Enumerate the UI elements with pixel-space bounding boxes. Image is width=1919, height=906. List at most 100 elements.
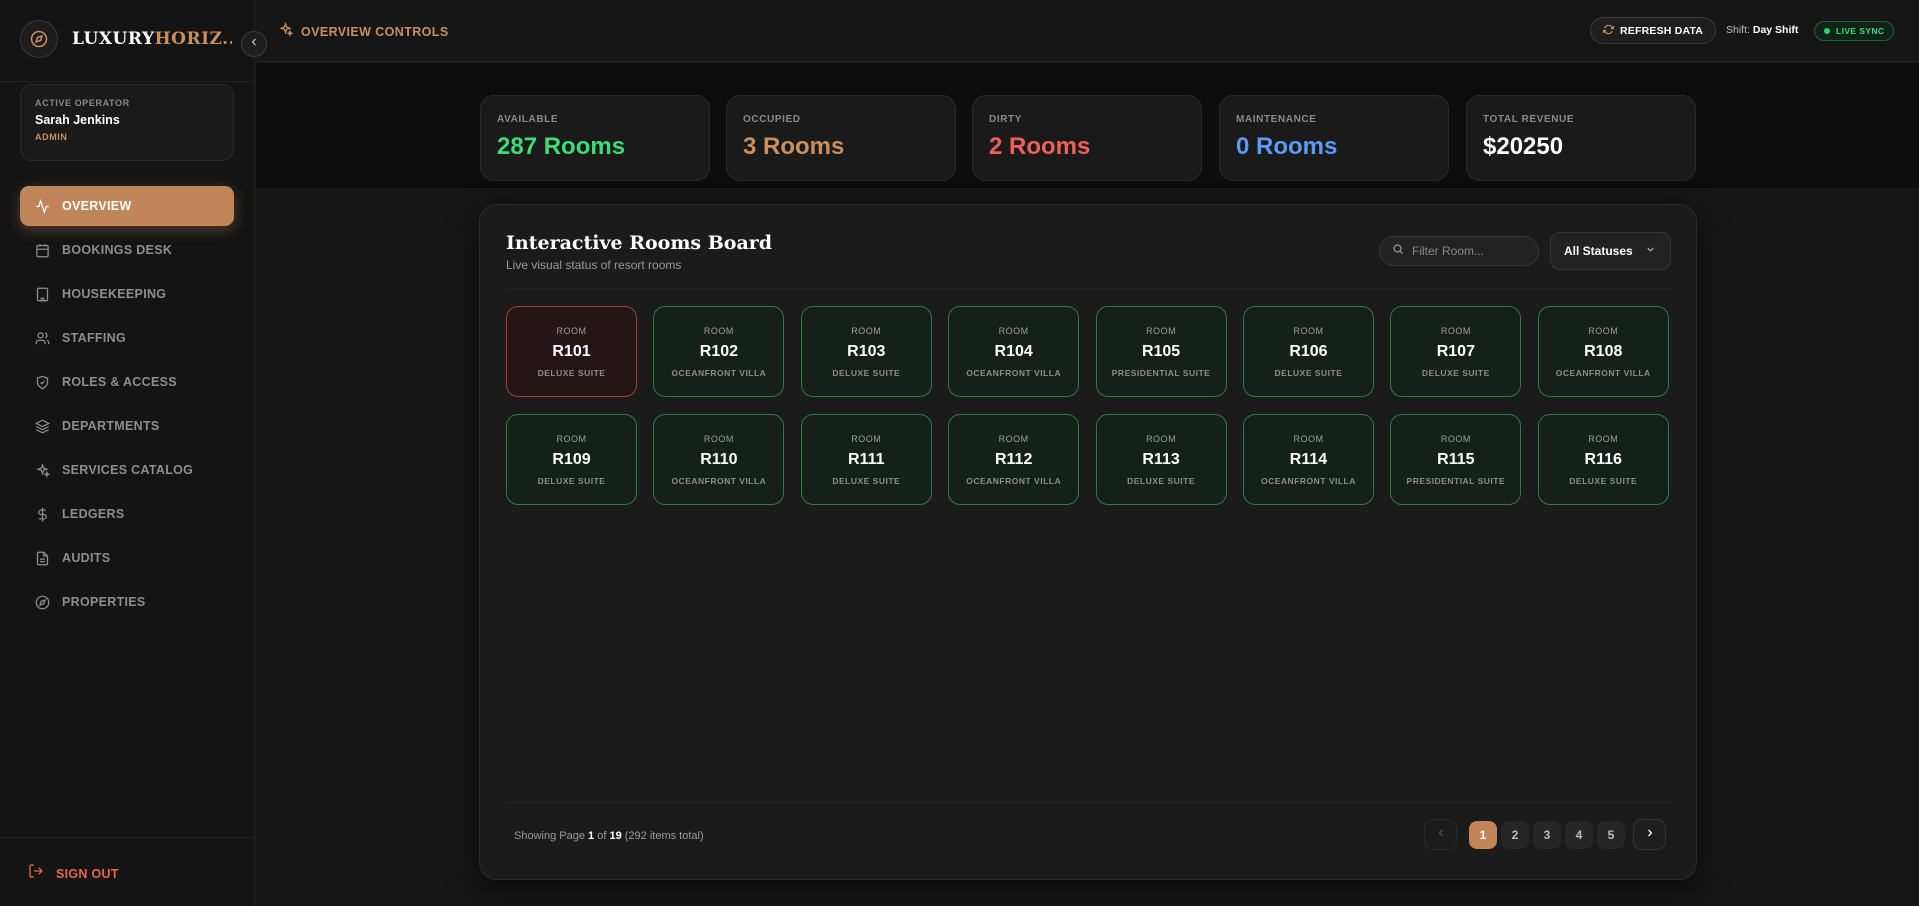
sidebar-item-housekeeping[interactable]: HOUSEKEEPING — [20, 274, 234, 314]
page-button-3[interactable]: 3 — [1533, 820, 1561, 849]
sign-out-button[interactable]: SIGN OUT — [28, 863, 119, 884]
stat-value: 287 Rooms — [497, 133, 626, 160]
sidebar-item-bookings-desk[interactable]: BOOKINGS DESK — [20, 230, 234, 270]
compass-logo-icon — [20, 20, 58, 58]
board-footer-divider — [506, 802, 1672, 803]
room-card-r107[interactable]: ROOM R107 DELUXE SUITE — [1390, 306, 1522, 397]
room-card-r104[interactable]: ROOM R104 OCEANFRONT VILLA — [948, 306, 1080, 397]
sidebar-item-properties[interactable]: PROPERTIES — [20, 582, 234, 622]
stat-value: 2 Rooms — [989, 133, 1091, 160]
topbar: OVERVIEW CONTROLS REFRESH DATA Shift: Da… — [256, 0, 1919, 62]
page-button-5[interactable]: 5 — [1597, 820, 1625, 849]
room-card-r106[interactable]: ROOM R106 DELUXE SUITE — [1242, 306, 1374, 397]
room-type: OCEANFRONT VILLA — [671, 367, 767, 378]
room-number: R103 — [847, 342, 886, 360]
search-icon — [1392, 242, 1404, 260]
sparkles-icon — [278, 21, 294, 42]
page-title-text: OVERVIEW CONTROLS — [301, 25, 449, 39]
log-out-icon — [28, 863, 44, 884]
room-card-r102[interactable]: ROOM R102 OCEANFRONT VILLA — [653, 306, 785, 397]
room-caption: ROOM — [1146, 433, 1177, 444]
room-card-r113[interactable]: ROOM R113 DELUXE SUITE — [1095, 414, 1227, 505]
status-filter-select[interactable]: All Statuses — [1550, 232, 1671, 270]
room-card-r109[interactable]: ROOM R109 DELUXE SUITE — [506, 414, 637, 505]
room-card-r101[interactable]: ROOM R101 DELUXE SUITE — [506, 306, 637, 397]
page-button-4[interactable]: 4 — [1565, 820, 1593, 849]
page-button-2[interactable]: 2 — [1501, 820, 1529, 849]
brand-name-accent: HORIZ... — [154, 29, 232, 49]
brand[interactable]: LUXURYHORIZ... — [20, 20, 232, 58]
room-card-r115[interactable]: ROOM R115 PRESIDENTIAL SUITE — [1390, 414, 1522, 505]
room-caption: ROOM — [703, 325, 734, 336]
sidebar-item-audits[interactable]: AUDITS — [20, 538, 234, 578]
sidebar-item-staffing[interactable]: STAFFING — [20, 318, 234, 358]
status-filter-value: All Statuses — [1564, 244, 1633, 258]
sidebar-item-label: BOOKINGS DESK — [62, 243, 173, 257]
total-pages: 19 — [609, 830, 622, 842]
sidebar-item-label: HOUSEKEEPING — [62, 287, 167, 301]
room-number: R106 — [1289, 342, 1328, 360]
collapse-sidebar-button[interactable] — [241, 31, 267, 57]
brand-name-primary: LUXURY — [72, 29, 155, 49]
room-card-r105[interactable]: ROOM R105 PRESIDENTIAL SUITE — [1095, 306, 1227, 397]
shift-indicator: Shift: Day Shift — [1726, 24, 1798, 36]
compass-icon — [34, 594, 50, 610]
stat-label: MAINTENANCE — [1236, 114, 1317, 125]
of-word: of — [597, 830, 607, 842]
room-number: R101 — [552, 342, 591, 360]
room-card-r111[interactable]: ROOM R111 DELUXE SUITE — [800, 414, 932, 505]
operator-label: ACTIVE OPERATOR — [35, 98, 130, 108]
room-caption: ROOM — [1440, 433, 1471, 444]
refresh-data-button[interactable]: REFRESH DATA — [1590, 17, 1717, 44]
sidebar-item-ledgers[interactable]: LEDGERS — [20, 494, 234, 534]
room-caption: ROOM — [1146, 325, 1177, 336]
sidebar: LUXURYHORIZ... ACTIVE OPERATOR Sarah Jen… — [0, 0, 255, 906]
brand-name: LUXURYHORIZ... — [72, 29, 232, 49]
chevron-down-icon — [1645, 242, 1656, 260]
sidebar-item-roles-access[interactable]: ROLES & ACCESS — [20, 362, 234, 402]
room-card-r116[interactable]: ROOM R116 DELUXE SUITE — [1537, 414, 1669, 505]
sidebar-nav: OVERVIEW BOOKINGS DESK HOUSEKEEPING STAF… — [20, 186, 234, 626]
filter-room-input[interactable] — [1412, 244, 1532, 258]
page-title: OVERVIEW CONTROLS — [278, 21, 449, 42]
shift-value: Day Shift — [1752, 24, 1799, 36]
chevron-left-icon — [248, 35, 260, 53]
room-card-r110[interactable]: ROOM R110 OCEANFRONT VILLA — [653, 414, 785, 505]
shift-label: Shift: — [1726, 24, 1750, 36]
signout-divider — [0, 837, 255, 838]
live-sync-badge: LIVE SYNC — [1814, 21, 1895, 41]
room-card-r112[interactable]: ROOM R112 OCEANFRONT VILLA — [948, 414, 1080, 505]
chevron-left-icon — [1435, 826, 1447, 844]
room-number: R109 — [552, 450, 591, 468]
room-card-r103[interactable]: ROOM R103 DELUXE SUITE — [800, 306, 932, 397]
stat-label: OCCUPIED — [743, 114, 801, 125]
operator-role: ADMIN — [35, 132, 68, 142]
stat-card-available: AVAILABLE 287 Rooms — [480, 95, 710, 181]
board-title: Interactive Rooms Board — [506, 232, 773, 254]
sidebar-item-services-catalog[interactable]: SERVICES CATALOG — [20, 450, 234, 490]
room-card-r114[interactable]: ROOM R114 OCEANFRONT VILLA — [1242, 414, 1374, 505]
sync-status-dot — [1824, 28, 1830, 34]
prev-page-button[interactable] — [1424, 819, 1457, 850]
room-caption: ROOM — [851, 325, 882, 336]
room-caption: ROOM — [1293, 433, 1324, 444]
page-button-1[interactable]: 1 — [1469, 820, 1497, 849]
sidebar-item-overview[interactable]: OVERVIEW — [20, 186, 234, 226]
sidebar-item-label: PROPERTIES — [62, 595, 146, 609]
sidebar-item-label: STAFFING — [62, 331, 126, 345]
room-card-r108[interactable]: ROOM R108 OCEANFRONT VILLA — [1537, 306, 1669, 397]
room-caption: ROOM — [556, 433, 587, 444]
next-page-button[interactable] — [1633, 819, 1666, 850]
room-type: OCEANFRONT VILLA — [966, 367, 1062, 378]
stat-label: TOTAL REVENUE — [1483, 114, 1575, 125]
board-divider — [506, 289, 1672, 290]
pagination-summary: Showing Page 1 of 19 (292 items total) — [514, 830, 704, 842]
room-number: R105 — [1141, 342, 1181, 360]
stat-value: 3 Rooms — [743, 133, 845, 160]
stat-value: $20250 — [1483, 133, 1564, 160]
sidebar-item-departments[interactable]: DEPARTMENTS — [20, 406, 234, 446]
sidebar-item-label: SERVICES CATALOG — [62, 463, 194, 477]
sparkles-icon — [34, 462, 50, 478]
sidebar-item-label: OVERVIEW — [62, 199, 132, 213]
stat-card-dirty: DIRTY 2 Rooms — [972, 95, 1202, 181]
